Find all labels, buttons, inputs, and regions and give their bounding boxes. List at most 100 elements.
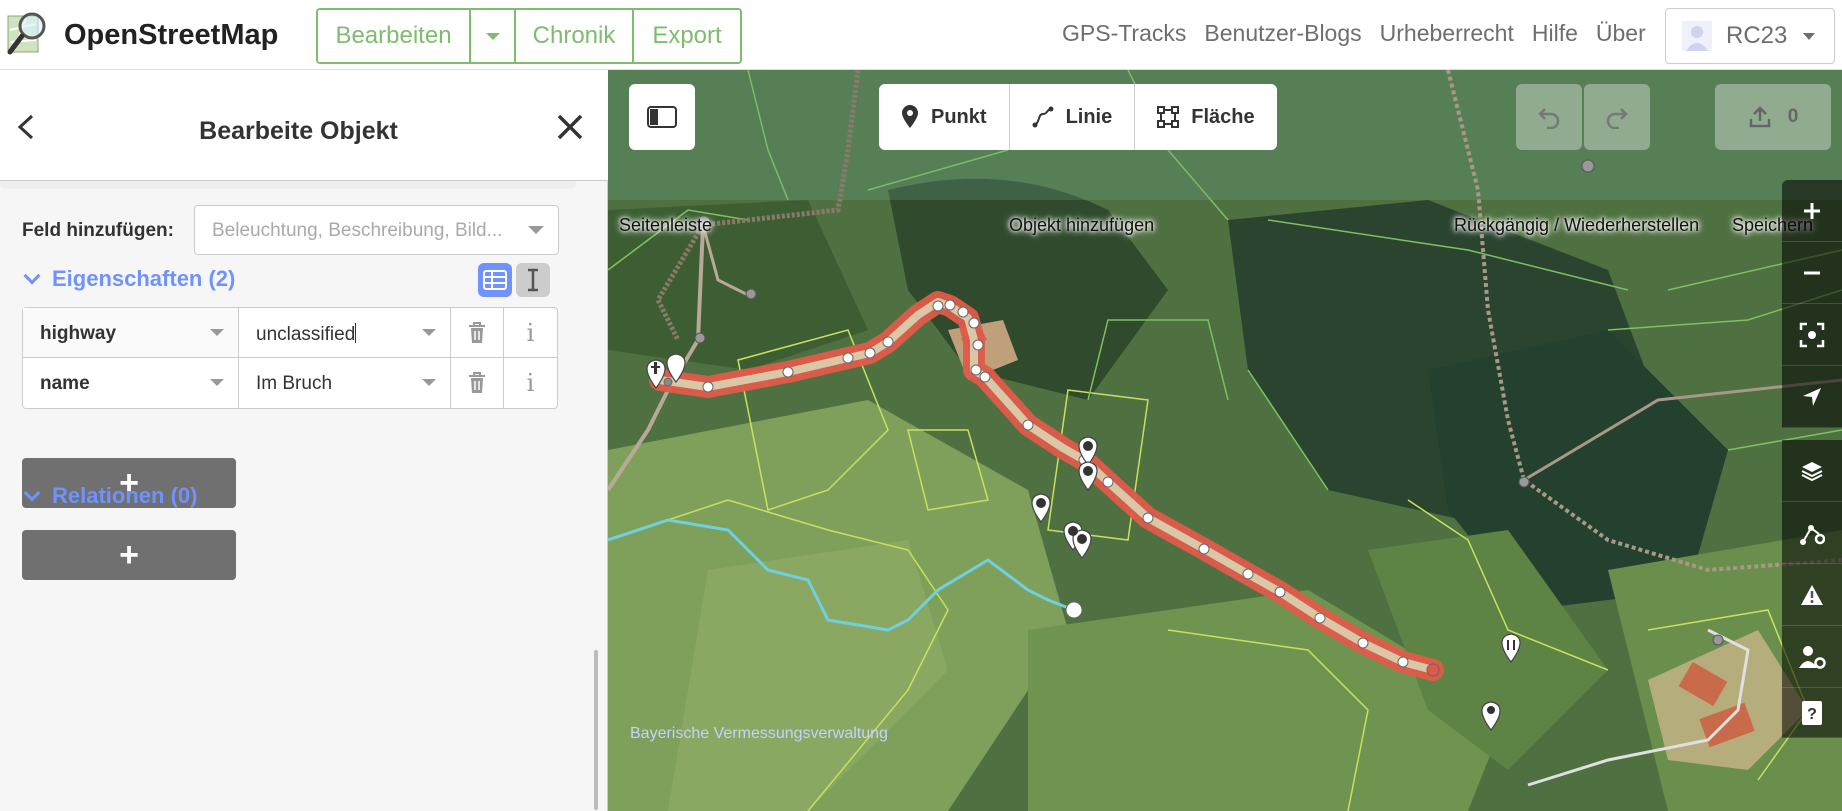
- upload-icon: [1749, 106, 1770, 128]
- undo-button[interactable]: [1516, 84, 1582, 150]
- chevron-down-icon: [210, 329, 224, 336]
- add-field-input[interactable]: Beleuchtung, Beschreibung, Bild...: [194, 205, 559, 255]
- geolocate-icon: [1803, 387, 1821, 406]
- inspector-header: Bearbeite Objekt: [0, 70, 608, 181]
- redo-icon: [1606, 108, 1628, 129]
- user-name: RC23: [1726, 22, 1788, 49]
- geolocate-button[interactable]: [1782, 366, 1842, 428]
- tag-key-input[interactable]: name: [23, 358, 239, 408]
- zoom-to-selection-icon: [1799, 322, 1825, 347]
- issues-button[interactable]: [1782, 564, 1842, 626]
- user-settings-icon: [1799, 645, 1826, 669]
- trash-icon: [469, 321, 485, 343]
- nav-link-copyright[interactable]: Urheberrecht: [1380, 20, 1514, 47]
- chevron-down-icon: [485, 32, 500, 40]
- inspector-sidebar: Bearbeite Objekt Feld hinzufügen: Beleuc…: [0, 70, 608, 811]
- layers-icon: [1801, 461, 1823, 481]
- zoom-to-selection-button[interactable]: [1782, 304, 1842, 366]
- delete-tag-button[interactable]: [451, 358, 504, 408]
- chevron-down-icon: [422, 329, 436, 336]
- zoom-in-icon: [1804, 202, 1820, 219]
- save-button[interactable]: 0: [1715, 84, 1831, 150]
- add-relation-button[interactable]: +: [22, 530, 236, 580]
- tag-value-text: unclassified: [256, 324, 356, 345]
- add-area-label: Fläche: [1191, 105, 1255, 128]
- osm-logo-icon[interactable]: [6, 10, 48, 58]
- delete-tag-button[interactable]: [451, 308, 504, 357]
- undo-icon: [1538, 108, 1560, 129]
- tag-editor-table: highway unclassified i name Im Bruch i: [22, 307, 558, 409]
- tag-value-input[interactable]: Im Bruch: [239, 358, 451, 408]
- edit-button-group: Bearbeiten Chronik Export: [316, 8, 742, 64]
- brand-name[interactable]: OpenStreetMap: [64, 19, 278, 52]
- map-data-icon: [1800, 524, 1825, 545]
- preferences-button[interactable]: [1782, 626, 1842, 688]
- redo-button[interactable]: [1584, 84, 1650, 150]
- imagery-attribution[interactable]: Bayerische Vermessungsverwaltung: [630, 725, 888, 743]
- add-line-button[interactable]: Linie: [1010, 84, 1136, 150]
- sidebar-icon: [647, 106, 677, 128]
- undo-redo-label: Rückgängig / Wiederherstellen: [1454, 215, 1700, 235]
- help-icon: ?: [1802, 700, 1822, 725]
- close-icon[interactable]: [555, 112, 585, 142]
- history-button[interactable]: Chronik: [516, 10, 634, 62]
- chevron-down-icon: [422, 379, 436, 386]
- save-count: 0: [1787, 106, 1799, 127]
- nav-links: GPS-Tracks Benutzer-Blogs Urheberrecht H…: [1062, 20, 1664, 47]
- user-menu-button[interactable]: RC23: [1665, 8, 1835, 64]
- chevron-down-icon: [210, 379, 224, 386]
- tag-key-input[interactable]: highway: [23, 308, 239, 357]
- text-cursor-icon: [528, 268, 538, 292]
- tags-section-header[interactable]: Eigenschaften (2): [22, 266, 235, 292]
- area-icon: [1157, 106, 1180, 128]
- trash-icon: [469, 372, 485, 393]
- inspector-title: Bearbeite Objekt: [199, 117, 398, 145]
- tag-row: highway unclassified i: [23, 308, 557, 358]
- nav-link-gps-tracks[interactable]: GPS-Tracks: [1062, 20, 1186, 47]
- preset-strip: [0, 181, 576, 189]
- tag-key-text: highway: [40, 323, 117, 344]
- chevron-down-icon: [528, 226, 544, 234]
- chevron-down-icon: [23, 484, 41, 502]
- nav-link-about[interactable]: Über: [1596, 20, 1646, 47]
- list-view-button[interactable]: [478, 263, 512, 297]
- tag-key-text: name: [40, 373, 90, 394]
- tag-row: name Im Bruch i: [23, 358, 557, 408]
- chevron-down-icon: [1803, 32, 1816, 40]
- zoom-in-button[interactable]: [1782, 180, 1842, 242]
- line-icon: [1032, 106, 1054, 128]
- export-button[interactable]: Export: [634, 10, 740, 62]
- aerial-imagery: [608, 70, 1842, 811]
- edit-button[interactable]: Bearbeiten: [318, 10, 471, 62]
- map-canvas[interactable]: Seitenleiste Punkt Linie Fläche Objekt h…: [608, 70, 1842, 811]
- map-data-button[interactable]: [1782, 502, 1842, 564]
- background-layers-button[interactable]: [1782, 440, 1842, 502]
- tag-value-text: Im Bruch: [256, 373, 333, 394]
- tags-section-title: Eigenschaften (2): [52, 266, 236, 291]
- text-view-button[interactable]: [516, 263, 550, 297]
- undo-redo-group: [1516, 84, 1650, 150]
- nav-link-help[interactable]: Hilfe: [1532, 20, 1578, 47]
- add-line-label: Linie: [1065, 105, 1113, 128]
- add-field-label: Feld hinzufügen:: [22, 220, 174, 241]
- zoom-out-button[interactable]: [1782, 242, 1842, 304]
- avatar: [1682, 21, 1712, 51]
- table-icon: [483, 270, 507, 290]
- chevron-down-icon: [23, 267, 41, 285]
- add-feature-label: Objekt hinzufügen: [1009, 215, 1155, 235]
- nav-link-user-diaries[interactable]: Benutzer-Blogs: [1204, 20, 1361, 47]
- top-navbar: OpenStreetMap Bearbeiten Chronik Export …: [0, 0, 1842, 70]
- help-button[interactable]: ?: [1782, 688, 1842, 738]
- relations-section-title: Relationen (0): [52, 483, 198, 508]
- add-point-button[interactable]: Punkt: [879, 84, 1010, 150]
- tag-info-button[interactable]: i: [504, 358, 557, 408]
- tag-value-input[interactable]: unclassified: [239, 308, 451, 357]
- relations-section-header[interactable]: Relationen (0): [22, 483, 197, 509]
- sidebar-toggle-button[interactable]: [629, 84, 695, 150]
- edit-dropdown-button[interactable]: [471, 10, 516, 62]
- sidebar-scrollbar[interactable]: [594, 650, 598, 810]
- tag-info-button[interactable]: i: [504, 308, 557, 357]
- add-area-button[interactable]: Fläche: [1135, 84, 1276, 150]
- tag-view-toggle: [478, 263, 550, 297]
- add-point-label: Punkt: [931, 105, 987, 128]
